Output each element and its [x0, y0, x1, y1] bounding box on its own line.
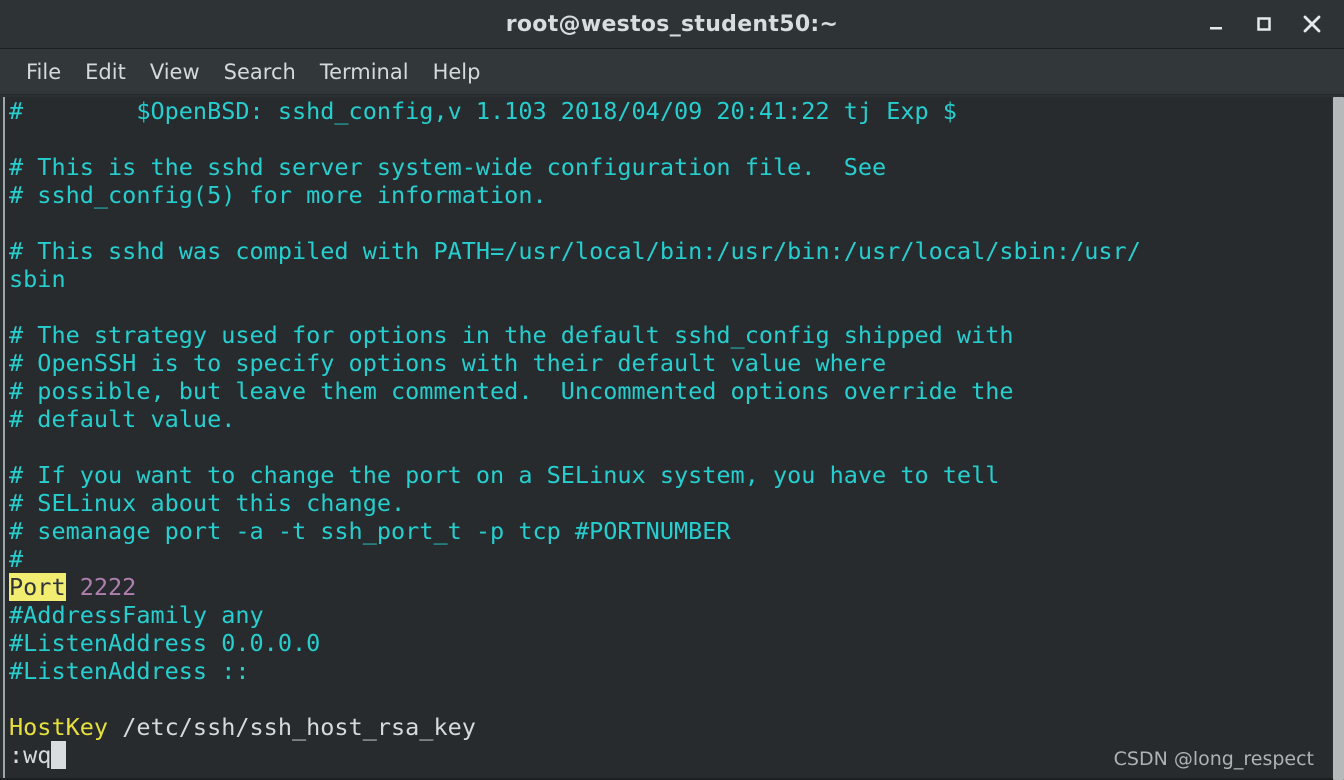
terminal-line: # This is the sshd server system-wide co…	[9, 153, 1344, 181]
terminal-line: #AddressFamily any	[9, 601, 1344, 629]
maximize-button[interactable]	[1240, 2, 1288, 46]
window-controls	[1192, 0, 1336, 48]
terminal-line: # SELinux about this change.	[9, 489, 1344, 517]
terminal-window: root@westos_student50:~ File Edit View S…	[0, 0, 1344, 780]
scrollbar-thumb[interactable]	[1333, 97, 1344, 780]
terminal-text-segment: HostKey	[9, 713, 109, 741]
minimize-icon	[1210, 27, 1222, 30]
menu-item-help[interactable]: Help	[421, 58, 493, 86]
terminal-text-segment: Port	[9, 573, 66, 601]
menu-item-edit[interactable]: Edit	[73, 58, 138, 86]
terminal-text-segment: :wq	[9, 741, 52, 769]
menu-item-terminal[interactable]: Terminal	[308, 58, 421, 86]
terminal-text-segment: #ListenAddress ::	[9, 657, 250, 685]
terminal-text-segment: # possible, but leave them commented. Un…	[9, 377, 1014, 405]
watermark: CSDN @long_respect	[1113, 748, 1314, 770]
terminal-line: # sshd_config(5) for more information.	[9, 181, 1344, 209]
terminal-output[interactable]: # $OpenBSD: sshd_config,v 1.103 2018/04/…	[3, 97, 1344, 778]
terminal-text-segment: # This sshd was compiled with PATH=/usr/…	[9, 237, 1141, 265]
terminal-area: # $OpenBSD: sshd_config,v 1.103 2018/04/…	[0, 95, 1344, 780]
close-icon	[1303, 15, 1321, 33]
terminal-line: # If you want to change the port on a SE…	[9, 461, 1344, 489]
terminal-line: # OpenSSH is to specify options with the…	[9, 349, 1344, 377]
terminal-line: sbin	[9, 265, 1344, 293]
window-title: root@westos_student50:~	[505, 11, 839, 37]
terminal-line: # default value.	[9, 405, 1344, 433]
terminal-text-segment: # SELinux about this change.	[9, 489, 406, 517]
terminal-text-segment: #AddressFamily any	[9, 601, 264, 629]
terminal-line: # possible, but leave them commented. Un…	[9, 377, 1344, 405]
terminal-line: # $OpenBSD: sshd_config,v 1.103 2018/04/…	[9, 97, 1344, 125]
terminal-text-segment: # sshd_config(5) for more information.	[9, 181, 547, 209]
terminal-text-segment: #	[9, 545, 24, 573]
menu-item-file[interactable]: File	[14, 58, 73, 86]
terminal-text-segment: /etc/ssh/ssh_host_rsa_key	[108, 713, 476, 741]
close-button[interactable]	[1288, 2, 1336, 46]
maximize-icon	[1257, 17, 1271, 31]
terminal-text-segment: # $OpenBSD: sshd_config,v 1.103 2018/04/…	[9, 97, 957, 125]
terminal-line: #	[9, 545, 1344, 573]
title-bar: root@westos_student50:~	[0, 0, 1344, 49]
terminal-text-segment: # semanage port -a -t ssh_port_t -p tcp …	[9, 517, 731, 545]
terminal-line: #ListenAddress 0.0.0.0	[9, 629, 1344, 657]
terminal-line: HostKey /etc/ssh/ssh_host_rsa_key	[9, 713, 1344, 741]
terminal-text-segment: sbin	[9, 265, 66, 293]
menu-item-view[interactable]: View	[138, 58, 212, 86]
terminal-line: Port 2222	[9, 573, 1344, 601]
terminal-scrollbar[interactable]	[1332, 95, 1344, 780]
terminal-text-segment: # The strategy used for options in the d…	[9, 321, 1014, 349]
terminal-line: #ListenAddress ::	[9, 657, 1344, 685]
terminal-text-segment: #ListenAddress 0.0.0.0	[9, 629, 321, 657]
menu-bar: File Edit View Search Terminal Help	[0, 49, 1344, 95]
menu-item-search[interactable]: Search	[212, 58, 308, 86]
terminal-line: # The strategy used for options in the d…	[9, 321, 1344, 349]
terminal-text-segment: # If you want to change the port on a SE…	[9, 461, 1000, 489]
terminal-text-segment: 2222	[65, 573, 137, 601]
terminal-text-segment	[51, 741, 66, 769]
minimize-button[interactable]	[1192, 2, 1240, 46]
terminal-line: # This sshd was compiled with PATH=/usr/…	[9, 237, 1344, 265]
terminal-text-segment: # This is the sshd server system-wide co…	[9, 153, 887, 181]
terminal-line: # semanage port -a -t ssh_port_t -p tcp …	[9, 517, 1344, 545]
terminal-text-segment: # OpenSSH is to specify options with the…	[9, 349, 887, 377]
terminal-text-segment: # default value.	[9, 405, 236, 433]
